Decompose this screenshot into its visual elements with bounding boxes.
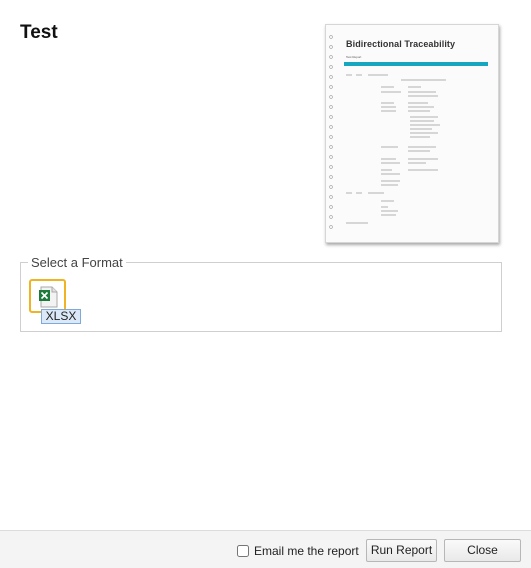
email-report-label[interactable]: Email me the report	[254, 545, 359, 558]
preview-accent-bar	[344, 62, 488, 66]
close-button[interactable]: Close	[444, 539, 521, 562]
report-title: Test	[20, 22, 58, 43]
email-report-checkbox[interactable]	[237, 545, 249, 557]
format-fieldset	[20, 262, 502, 332]
excel-file-icon	[39, 286, 58, 308]
format-option-label[interactable]: XLSX	[41, 309, 81, 324]
preview-subtitle: Test Report	[346, 55, 362, 59]
run-report-button[interactable]: Run Report	[366, 539, 437, 562]
format-option-xlsx[interactable]	[29, 279, 66, 313]
preview-title: Bidirectional Traceability	[346, 39, 456, 49]
report-preview-thumbnail: Bidirectional Traceability Test Report	[325, 24, 499, 243]
format-legend: Select a Format	[28, 255, 126, 270]
